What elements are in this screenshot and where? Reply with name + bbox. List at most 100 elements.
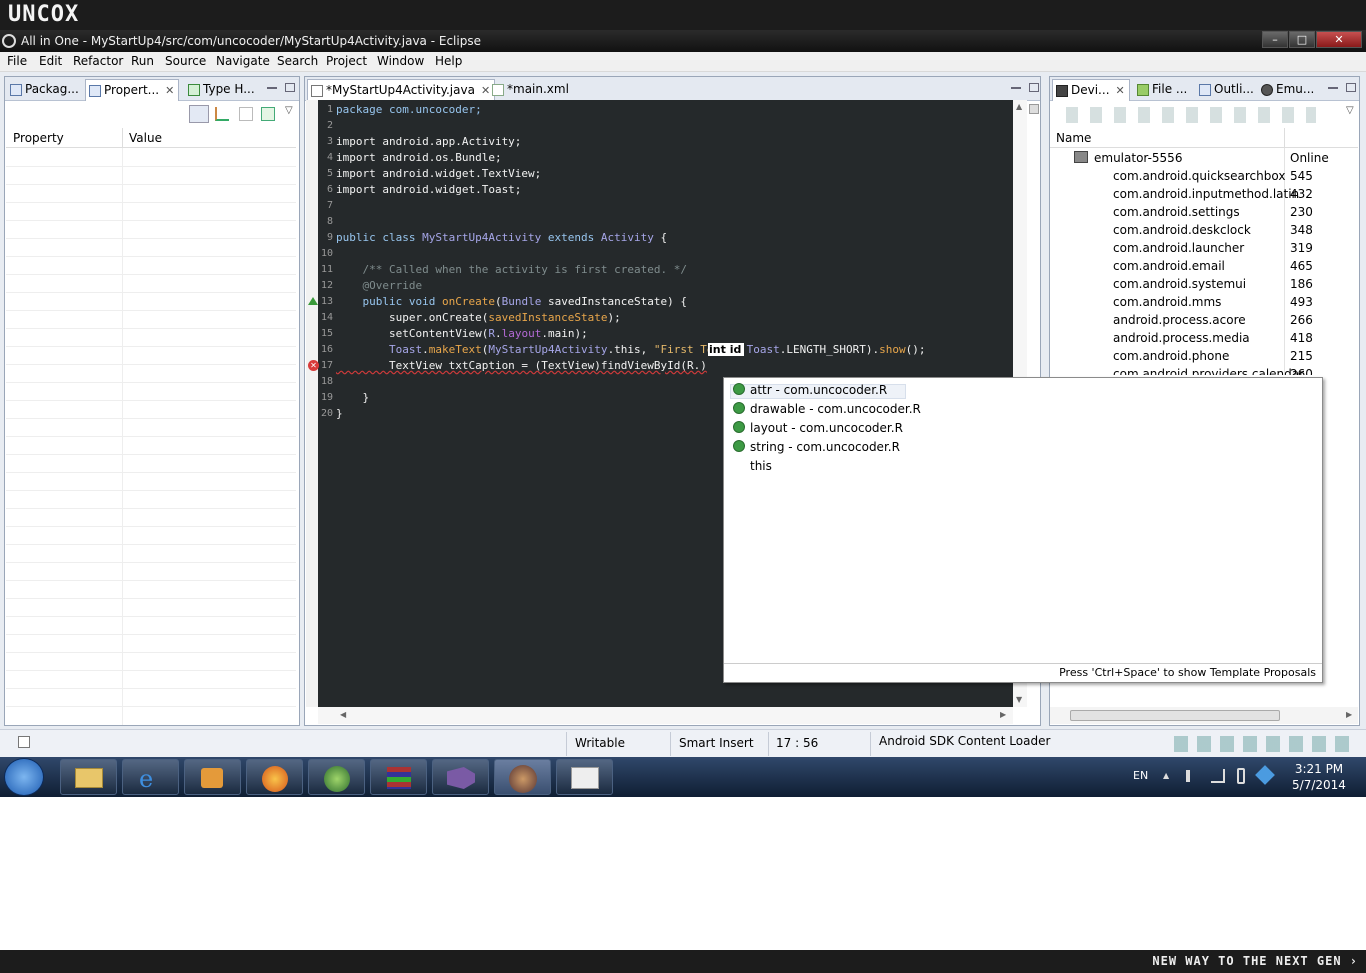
eclipse-task[interactable] bbox=[494, 759, 551, 795]
menu-file[interactable]: File bbox=[7, 54, 27, 68]
device-toolbar-icons[interactable] bbox=[1066, 107, 1316, 123]
status-insert-mode: Smart Insert bbox=[679, 736, 754, 750]
battery-icon[interactable] bbox=[1237, 768, 1245, 784]
scroll-left-icon[interactable]: ◀ bbox=[340, 710, 346, 719]
tab-package-explorer[interactable]: Packag... bbox=[7, 79, 83, 101]
horizontal-scrollbar[interactable]: ◀ ▶ bbox=[318, 707, 1013, 724]
maximize-button[interactable]: □ bbox=[1289, 31, 1315, 48]
tab-main-xml[interactable]: *main.xml bbox=[489, 79, 573, 101]
menu-window[interactable]: Window bbox=[377, 54, 424, 68]
menu-source[interactable]: Source bbox=[165, 54, 206, 68]
brand-logo: UNCOX bbox=[8, 2, 80, 27]
process-row[interactable]: android.process.acore bbox=[1113, 313, 1246, 327]
line-number: 2 bbox=[326, 120, 333, 131]
process-row[interactable]: com.android.inputmethod.latin bbox=[1113, 187, 1299, 201]
vs-task[interactable] bbox=[432, 759, 489, 795]
close-icon[interactable]: ✕ bbox=[1116, 84, 1125, 97]
tab-file-explorer[interactable]: File ... bbox=[1134, 79, 1191, 101]
minimize-view-icon[interactable] bbox=[1011, 87, 1021, 89]
process-row[interactable]: com.android.systemui bbox=[1113, 277, 1246, 291]
process-row[interactable]: com.android.deskclock bbox=[1113, 223, 1251, 237]
ie-task[interactable]: e bbox=[122, 759, 179, 795]
volume-icon[interactable] bbox=[1186, 770, 1200, 782]
windows-taskbar: e EN ▲ bbox=[0, 757, 1366, 797]
close-icon[interactable]: ✕ bbox=[165, 84, 174, 97]
app-task[interactable] bbox=[308, 759, 365, 795]
maximize-view-icon[interactable] bbox=[285, 83, 295, 92]
minimize-view-icon[interactable] bbox=[1328, 87, 1338, 89]
menu-navigate[interactable]: Navigate bbox=[216, 54, 270, 68]
proposal-drawable[interactable]: drawable - com.uncocoder.R bbox=[750, 402, 921, 416]
menu-refactor[interactable]: Refactor bbox=[73, 54, 123, 68]
code-line: import android.app.Activity; bbox=[336, 135, 522, 148]
menu-run[interactable]: Run bbox=[131, 54, 154, 68]
code-token: .LENGTH_SHORT). bbox=[779, 343, 880, 356]
overview-ruler-icon[interactable] bbox=[1029, 104, 1039, 114]
process-row[interactable]: android.process.media bbox=[1113, 331, 1250, 345]
tab-outline[interactable]: Outli... bbox=[1196, 79, 1258, 101]
column-property[interactable]: Property bbox=[13, 131, 64, 145]
menu-edit[interactable]: Edit bbox=[39, 54, 62, 68]
view-menu-icon[interactable]: ▽ bbox=[1346, 105, 1354, 116]
column-name[interactable]: Name bbox=[1056, 131, 1091, 145]
dropbox-icon[interactable] bbox=[1255, 765, 1275, 785]
menu-search[interactable]: Search bbox=[277, 54, 318, 68]
scroll-thumb[interactable] bbox=[1070, 710, 1280, 721]
process-row[interactable]: com.android.quicksearchbox bbox=[1113, 169, 1285, 183]
minimize-button[interactable]: – bbox=[1262, 31, 1288, 48]
scroll-up-icon[interactable]: ▲ bbox=[1016, 102, 1022, 111]
process-pid: 319 bbox=[1290, 241, 1313, 255]
code-token: extends bbox=[541, 231, 601, 244]
minimize-view-icon[interactable] bbox=[267, 87, 277, 89]
code-token: savedInstanceState bbox=[488, 311, 608, 324]
override-marker-icon[interactable] bbox=[308, 297, 318, 305]
column-value[interactable]: Value bbox=[129, 131, 162, 145]
trim-toolbar-icons[interactable] bbox=[1174, 736, 1354, 752]
proposal-attr[interactable]: attr - com.uncocoder.R bbox=[750, 383, 887, 397]
start-button[interactable] bbox=[4, 758, 44, 796]
scroll-right-icon[interactable]: ▶ bbox=[1000, 710, 1006, 719]
advanced-props-icon[interactable] bbox=[215, 107, 229, 121]
maximize-view-icon[interactable] bbox=[1029, 83, 1039, 92]
tray-expand-icon[interactable]: ▲ bbox=[1163, 771, 1169, 780]
process-row[interactable]: com.android.mms bbox=[1113, 295, 1221, 309]
view-menu-icon[interactable]: ▽ bbox=[285, 105, 293, 116]
grid-line bbox=[6, 238, 296, 239]
tab-type-hierarchy[interactable]: Type H... bbox=[185, 79, 259, 101]
fast-view-icon[interactable] bbox=[18, 736, 30, 748]
maximize-view-icon[interactable] bbox=[1346, 83, 1356, 92]
menu-help[interactable]: Help bbox=[435, 54, 462, 68]
process-row[interactable]: com.android.launcher bbox=[1113, 241, 1244, 255]
language-indicator[interactable]: EN bbox=[1133, 769, 1148, 782]
scroll-down-icon[interactable]: ▼ bbox=[1016, 695, 1022, 704]
devices-hscrollbar[interactable]: ▶ bbox=[1050, 707, 1358, 724]
process-row[interactable]: com.android.email bbox=[1113, 259, 1225, 273]
tab-activity-java[interactable]: *MyStartUp4Activity.java ✕ bbox=[307, 79, 496, 101]
grid-line bbox=[6, 490, 296, 491]
tab-devices[interactable]: Devi... ✕ bbox=[1052, 79, 1130, 101]
proposal-string[interactable]: string - com.uncocoder.R bbox=[750, 440, 900, 454]
tab-emulator-control[interactable]: Emu... bbox=[1258, 79, 1318, 101]
taskbar-clock[interactable]: 3:21 PM 5/7/2014 bbox=[1284, 762, 1354, 792]
process-row[interactable]: com.android.settings bbox=[1113, 205, 1240, 219]
explorer-task[interactable] bbox=[60, 759, 117, 795]
scroll-right-icon[interactable]: ▶ bbox=[1346, 710, 1352, 719]
network-icon[interactable] bbox=[1211, 769, 1225, 783]
process-row[interactable]: com.android.phone bbox=[1113, 349, 1229, 363]
winrar-task[interactable] bbox=[370, 759, 427, 795]
device-name[interactable]: emulator-5556 bbox=[1094, 151, 1182, 165]
menu-project[interactable]: Project bbox=[326, 54, 367, 68]
tab-properties[interactable]: Propert... ✕ bbox=[85, 79, 180, 101]
process-row[interactable]: com.android.providers.calendar bbox=[1113, 367, 1304, 375]
firefox-task[interactable] bbox=[246, 759, 303, 795]
media-task[interactable] bbox=[184, 759, 241, 795]
proposal-this[interactable]: this bbox=[750, 459, 772, 473]
restore-default-icon[interactable] bbox=[239, 107, 253, 121]
pin-view-icon[interactable] bbox=[261, 107, 275, 121]
window-task[interactable] bbox=[556, 759, 613, 795]
categories-toggle-icon[interactable] bbox=[189, 105, 209, 123]
error-marker-icon[interactable]: ✕ bbox=[308, 360, 319, 371]
close-button[interactable]: ✕ bbox=[1316, 31, 1362, 48]
proposal-layout[interactable]: layout - com.uncocoder.R bbox=[750, 421, 903, 435]
window-titlebar[interactable]: All in One - MyStartUp4/src/com/uncocode… bbox=[0, 30, 1366, 52]
